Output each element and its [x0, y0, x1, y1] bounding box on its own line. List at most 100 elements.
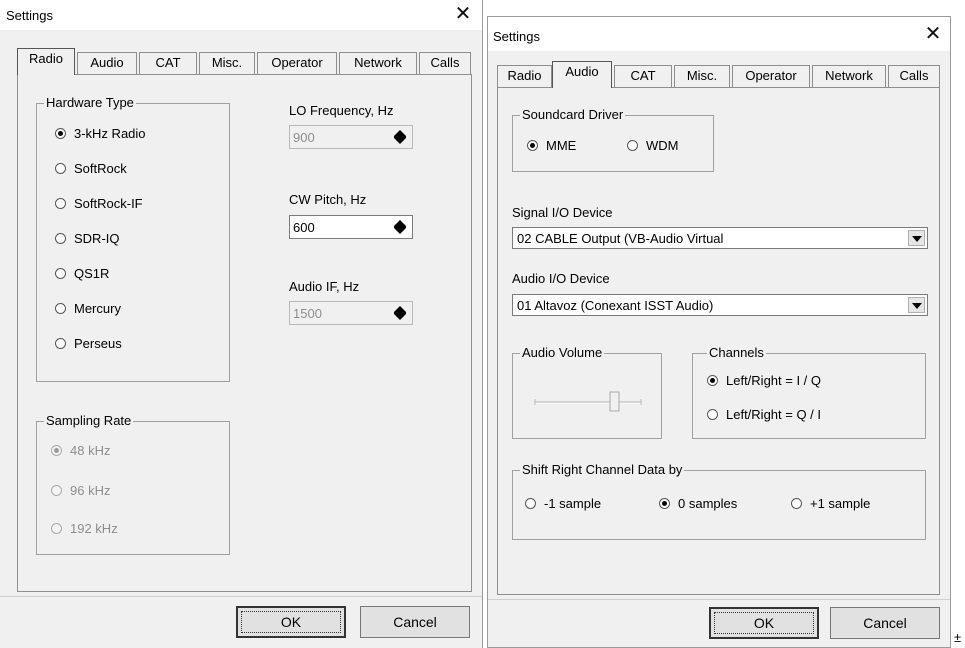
radio-selected-icon	[51, 445, 62, 456]
spin-arrows-icon[interactable]	[394, 129, 406, 145]
radio-selected-icon	[55, 128, 66, 139]
audio-if-spinbox[interactable]: 1500	[289, 301, 413, 325]
right-tab-cat[interactable]: CAT	[614, 65, 672, 87]
left-settings-window: Settings ✕ Radio Audio CAT Misc. Operato…	[0, 0, 483, 648]
radio-3khz[interactable]: 3-kHz Radio	[55, 125, 146, 143]
radio-mme[interactable]: MME	[527, 137, 576, 155]
audio-io-dropdown[interactable]: 01 Altavoz (Conexant ISST Audio)	[512, 294, 928, 316]
cw-pitch-value: 600	[293, 220, 315, 235]
shift-channel-group: Shift Right Channel Data by -1 sample 0 …	[512, 462, 926, 540]
lo-frequency-label: LO Frequency, Hz	[289, 103, 394, 118]
signal-io-label: Signal I/O Device	[512, 205, 613, 220]
audio-io-label: Audio I/O Device	[512, 271, 610, 286]
right-tab-calls[interactable]: Calls	[888, 65, 940, 87]
radio-icon	[55, 163, 66, 174]
left-tab-cat[interactable]: CAT	[139, 52, 197, 74]
left-tab-network[interactable]: Network	[339, 52, 417, 74]
radio-icon	[707, 409, 718, 420]
hardware-type-group: Hardware Type 3-kHz Radio SoftRock SoftR…	[36, 95, 230, 382]
radio-icon	[55, 233, 66, 244]
radio-icon	[51, 485, 62, 496]
audio-if-value: 1500	[293, 306, 322, 321]
audio-volume-legend: Audio Volume	[520, 345, 605, 361]
right-tab-misc[interactable]: Misc.	[674, 65, 730, 87]
left-tab-radio[interactable]: Radio	[17, 48, 75, 75]
left-cancel-button[interactable]: Cancel	[360, 606, 470, 638]
chevron-down-icon[interactable]	[908, 230, 925, 246]
radio-lr-iq[interactable]: Left/Right = I / Q	[707, 372, 821, 390]
hardware-type-legend: Hardware Type	[44, 95, 136, 111]
left-tab-audio[interactable]: Audio	[77, 52, 137, 74]
corner-glyph: ±	[954, 630, 962, 645]
focus-rect	[714, 612, 814, 634]
left-close-icon[interactable]: ✕	[450, 3, 476, 27]
shift-channel-legend: Shift Right Channel Data by	[520, 462, 685, 478]
right-tab-bar: Radio Audio CAT Misc. Operator Network C…	[488, 61, 950, 88]
right-footer-separator	[488, 599, 950, 600]
audio-if-label: Audio IF, Hz	[289, 279, 360, 294]
left-tab-operator[interactable]: Operator	[257, 52, 337, 74]
radio-qs1r[interactable]: QS1R	[55, 265, 109, 283]
radio-icon	[55, 303, 66, 314]
right-title-bar[interactable]: Settings ✕	[488, 17, 950, 51]
signal-io-value: 02 CABLE Output (VB-Audio Virtual	[517, 231, 724, 246]
lo-frequency-value: 900	[293, 130, 315, 145]
spin-arrows-icon[interactable]	[394, 305, 406, 321]
left-tab-misc[interactable]: Misc.	[199, 52, 255, 74]
left-tab-panel: Hardware Type 3-kHz Radio SoftRock SoftR…	[17, 74, 472, 592]
radio-96khz[interactable]: 96 kHz	[51, 482, 110, 500]
radio-perseus[interactable]: Perseus	[55, 335, 122, 353]
left-ok-button[interactable]: OK	[236, 606, 346, 638]
radio-icon	[55, 338, 66, 349]
left-tab-bar: Radio Audio CAT Misc. Operator Network C…	[0, 48, 482, 75]
soundcard-driver-group: Soundcard Driver MME WDM	[512, 107, 714, 172]
radio-mercury[interactable]: Mercury	[55, 300, 121, 318]
signal-io-dropdown[interactable]: 02 CABLE Output (VB-Audio Virtual	[512, 227, 928, 249]
radio-48khz[interactable]: 48 kHz	[51, 442, 110, 460]
right-cancel-button[interactable]: Cancel	[830, 607, 940, 639]
right-tab-operator[interactable]: Operator	[732, 65, 810, 87]
radio-icon	[525, 498, 536, 509]
channels-legend: Channels	[707, 345, 766, 361]
right-settings-window: Settings ✕ Radio Audio CAT Misc. Operato…	[487, 16, 951, 648]
slider-thumb[interactable]	[609, 391, 620, 412]
radio-plus-1-sample[interactable]: +1 sample	[791, 495, 870, 513]
spin-arrows-icon[interactable]	[394, 219, 406, 235]
radio-0-samples[interactable]: 0 samples	[659, 495, 737, 513]
right-close-icon[interactable]: ✕	[920, 23, 946, 47]
radio-softrock-if[interactable]: SoftRock-IF	[55, 195, 143, 213]
radio-selected-icon	[527, 140, 538, 151]
right-tab-network[interactable]: Network	[812, 65, 886, 87]
radio-selected-icon	[659, 498, 670, 509]
radio-icon	[627, 140, 638, 151]
focus-rect	[241, 611, 341, 633]
radio-selected-icon	[707, 375, 718, 386]
radio-wdm[interactable]: WDM	[627, 137, 679, 155]
cw-pitch-spinbox[interactable]: 600	[289, 215, 413, 239]
audio-volume-group: Audio Volume	[512, 345, 662, 439]
radio-icon	[55, 268, 66, 279]
channels-group: Channels Left/Right = I / Q Left/Right =…	[692, 345, 926, 439]
radio-minus-1-sample[interactable]: -1 sample	[525, 495, 601, 513]
right-ok-button[interactable]: OK	[709, 607, 819, 639]
left-window-title: Settings	[6, 8, 53, 23]
radio-softrock[interactable]: SoftRock	[55, 160, 127, 178]
left-title-bar[interactable]: Settings ✕	[0, 0, 482, 30]
radio-icon	[51, 523, 62, 534]
radio-192khz[interactable]: 192 kHz	[51, 520, 118, 538]
left-footer-separator	[0, 596, 482, 597]
left-tab-calls[interactable]: Calls	[419, 52, 471, 74]
radio-icon	[55, 198, 66, 209]
right-tab-radio[interactable]: Radio	[497, 65, 552, 87]
audio-volume-slider[interactable]	[529, 386, 649, 416]
right-tab-audio[interactable]: Audio	[552, 61, 612, 88]
sampling-rate-group: Sampling Rate 48 kHz 96 kHz 192 kHz	[36, 413, 230, 555]
radio-lr-qi[interactable]: Left/Right = Q / I	[707, 406, 821, 424]
chevron-down-icon[interactable]	[908, 297, 925, 313]
cw-pitch-label: CW Pitch, Hz	[289, 192, 367, 207]
radio-sdr-iq[interactable]: SDR-IQ	[55, 230, 120, 248]
lo-frequency-spinbox[interactable]: 900	[289, 125, 413, 149]
audio-io-value: 01 Altavoz (Conexant ISST Audio)	[517, 298, 714, 313]
right-tab-panel: Soundcard Driver MME WDM Signal I/O Devi…	[497, 87, 940, 595]
sampling-rate-legend: Sampling Rate	[44, 413, 134, 429]
